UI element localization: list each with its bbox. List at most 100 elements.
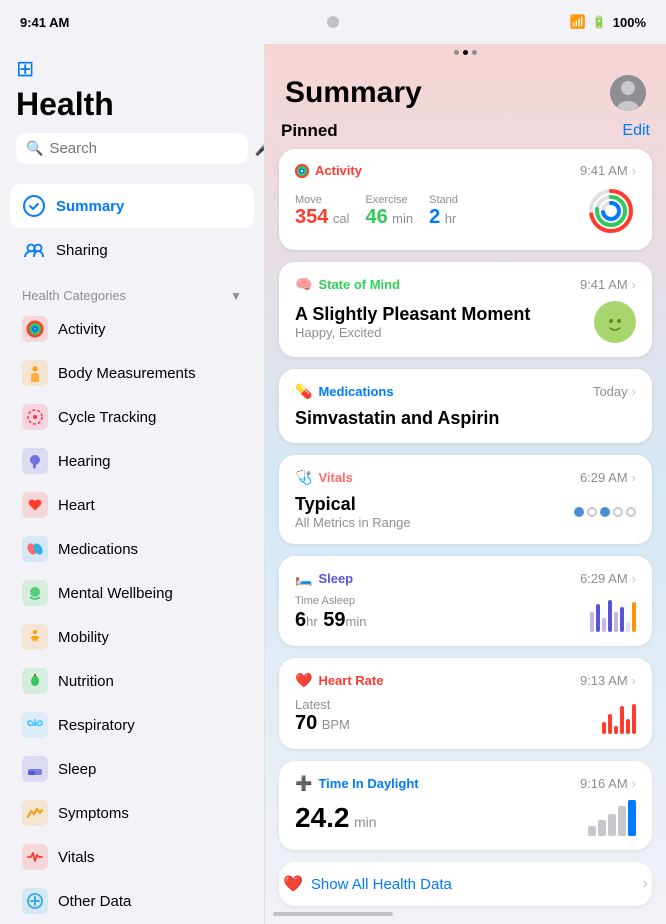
daylight-card-time: 9:16 AM › <box>580 776 636 791</box>
main-layout: ⊞ Health 🔍 🎤 Summary Sharing <box>0 44 666 924</box>
activity-card-time: 9:41 AM › <box>580 163 636 178</box>
medications-card-label: 💊 Medications <box>295 383 394 400</box>
health-categories-label: Health Categories <box>22 288 126 303</box>
sidebar-item-other-data[interactable]: Other Data <box>10 879 254 923</box>
sleep-min-label: min <box>346 614 367 629</box>
daylight-card[interactable]: ➕ Time In Daylight 9:16 AM › 24.2 min <box>279 761 652 850</box>
health-categories-header[interactable]: Health Categories ▼ <box>10 280 254 307</box>
sidebar-item-mental-wellbeing[interactable]: Mental Wellbeing <box>10 571 254 615</box>
sleep-card-time: 6:29 AM › <box>580 571 636 586</box>
cycle-tracking-icon <box>22 404 48 430</box>
vitals-dot-empty-2 <box>613 507 623 517</box>
show-all-row[interactable]: ❤️ Show All Health Data › <box>279 862 652 906</box>
exercise-value-row: 46 min <box>365 206 413 229</box>
sleep-hours: 6hr 59min <box>295 609 366 631</box>
sidebar-item-activity[interactable]: Activity <box>10 307 254 351</box>
activity-label-text: Activity <box>315 163 362 178</box>
daylight-value: 24.2 <box>295 802 350 833</box>
sidebar-item-heart[interactable]: Heart <box>10 483 254 527</box>
medications-card[interactable]: 💊 Medications Today › Simvastatin and As… <box>279 369 652 443</box>
sleep-bar-6 <box>620 607 624 632</box>
toolbar-dots <box>265 44 666 61</box>
status-bar: 9:41 AM 📶 🔋 100% <box>0 0 666 44</box>
avatar[interactable] <box>610 75 646 111</box>
sidebar-item-vitals[interactable]: Vitals <box>10 835 254 879</box>
state-of-mind-card[interactable]: 🧠 State of Mind 9:41 AM › A Slightly Ple… <box>279 262 652 357</box>
heart-rate-body: Latest 70 BPM <box>295 697 636 735</box>
activity-card-icon <box>295 164 309 178</box>
state-card-label: 🧠 State of Mind <box>295 276 400 293</box>
sleep-minutes-value: 59 <box>323 609 345 631</box>
vitals-card-icon: 🩺 <box>295 469 312 486</box>
sidebar-item-cycle-tracking[interactable]: Cycle Tracking <box>10 395 254 439</box>
state-card-time: 9:41 AM › <box>580 277 636 292</box>
sidebar-item-mobility[interactable]: Mobility <box>10 615 254 659</box>
sleep-bars-chart <box>590 596 636 632</box>
stand-value-row: 2 hr <box>429 206 458 229</box>
hr-unit: BPM <box>322 717 350 732</box>
sleep-metric-label: Time Asleep <box>295 595 366 607</box>
vitals-label: Vitals <box>58 849 94 866</box>
daylight-chevron: › <box>632 776 636 791</box>
daylight-label-text: Time In Daylight <box>318 776 418 791</box>
sidebar-item-sharing[interactable]: Sharing <box>10 228 254 272</box>
sleep-bar-2 <box>596 604 600 632</box>
state-card-body: A Slightly Pleasant Moment Happy, Excite… <box>295 301 636 343</box>
sidebar-item-medications[interactable]: Medications <box>10 527 254 571</box>
activity-metrics: Move 354 cal Exercise 46 min <box>295 186 636 236</box>
sleep-card-icon: 🛏️ <box>295 570 312 587</box>
wifi-icon: 📶 <box>570 14 586 30</box>
medications-chevron: › <box>632 384 636 399</box>
state-chevron: › <box>632 277 636 292</box>
activity-card[interactable]: Activity 9:41 AM › Move 354 cal <box>279 149 652 250</box>
sleep-card[interactable]: 🛏️ Sleep 6:29 AM › Time Asleep 6hr <box>279 556 652 646</box>
mic-icon[interactable]: 🎤 <box>254 140 265 157</box>
hr-bar-6 <box>632 704 636 734</box>
mobility-icon <box>22 624 48 650</box>
summary-label: Summary <box>56 198 124 215</box>
edit-button[interactable]: Edit <box>622 122 650 140</box>
hr-text: Latest 70 BPM <box>295 697 350 735</box>
show-all-label: Show All Health Data <box>311 876 452 893</box>
sidebar-title: Health <box>16 86 248 123</box>
move-metric: Move 354 cal <box>295 194 349 229</box>
heart-rate-card-header: ❤️ Heart Rate 9:13 AM › <box>295 672 636 689</box>
sidebar-item-nutrition[interactable]: Nutrition <box>10 659 254 703</box>
sleep-hours-value: 6 <box>295 609 306 631</box>
daylight-bar-4 <box>618 806 626 836</box>
sidebar-toggle-icon[interactable]: ⊞ <box>16 56 34 81</box>
vitals-dot-empty-1 <box>587 507 597 517</box>
hr-value: 70 <box>295 712 317 734</box>
other-data-label: Other Data <box>58 893 131 910</box>
heart-rate-card[interactable]: ❤️ Heart Rate 9:13 AM › Latest 70 BPM <box>279 658 652 749</box>
heart-icon <box>22 492 48 518</box>
sidebar-item-respiratory[interactable]: Respiratory <box>10 703 254 747</box>
toolbar-dot-1 <box>454 50 459 55</box>
vitals-time-value: 6:29 AM <box>580 470 628 485</box>
sleep-bar-3 <box>602 618 606 632</box>
search-bar[interactable]: 🔍 🎤 <box>16 133 248 164</box>
daylight-bar-3 <box>608 814 616 836</box>
respiratory-icon <box>22 712 48 738</box>
hr-bar-4 <box>620 706 624 734</box>
sidebar-item-symptoms[interactable]: Symptoms <box>10 791 254 835</box>
toolbar-dot-3 <box>472 50 477 55</box>
exercise-value: 46 <box>365 206 387 228</box>
state-label-text: State of Mind <box>318 277 400 292</box>
search-input[interactable] <box>49 140 248 157</box>
sidebar-item-body-measurements[interactable]: Body Measurements <box>10 351 254 395</box>
sidebar-item-hearing[interactable]: Hearing <box>10 439 254 483</box>
move-label: Move <box>295 194 349 206</box>
activity-icon <box>22 316 48 342</box>
sleep-card-header: 🛏️ Sleep 6:29 AM › <box>295 570 636 587</box>
medications-card-header: 💊 Medications Today › <box>295 383 636 400</box>
sidebar-item-summary[interactable]: Summary <box>10 184 254 228</box>
hr-bar-2 <box>608 714 612 734</box>
pinned-label: Pinned <box>281 121 338 141</box>
health-categories-chevron: ▼ <box>230 289 242 303</box>
vitals-card[interactable]: 🩺 Vitals 6:29 AM › Typical All Metrics i… <box>279 455 652 544</box>
vitals-label-text: Vitals <box>318 470 352 485</box>
sidebar-item-sleep[interactable]: Sleep <box>10 747 254 791</box>
vitals-dot-empty-3 <box>626 507 636 517</box>
state-text: A Slightly Pleasant Moment Happy, Excite… <box>295 304 530 340</box>
